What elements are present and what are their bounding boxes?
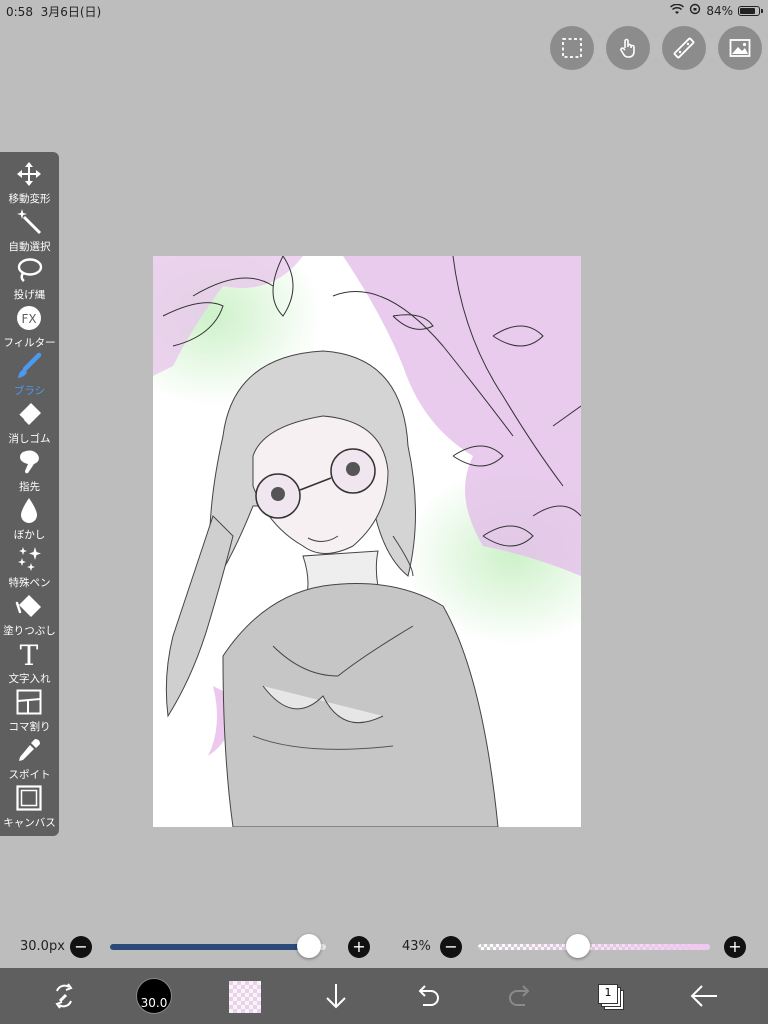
status-right: 84% — [670, 3, 763, 18]
text-tool-glyph: T — [20, 640, 39, 668]
opacity-increase-button[interactable]: + — [724, 936, 746, 958]
canvas-icon — [14, 784, 44, 812]
layers-button[interactable]: 1 — [598, 982, 624, 1010]
touch-button[interactable] — [606, 26, 650, 70]
special-pen-icon — [14, 544, 44, 572]
tool-fill[interactable]: 塗りつぶし — [0, 590, 59, 638]
brush-size-slider[interactable] — [110, 944, 326, 950]
fx-label: FX — [21, 312, 36, 326]
arrow-left-icon — [690, 985, 717, 1007]
ruler-button[interactable] — [662, 26, 706, 70]
bottom-toolbar: 30.0 1 — [0, 968, 768, 1024]
tool-special-pen[interactable]: 特殊ペン — [0, 542, 59, 590]
swap-icon — [55, 983, 73, 1009]
brush-size-increase-button[interactable]: + — [348, 936, 370, 958]
image-icon — [729, 39, 751, 57]
slider-row: 30.0px − + 43% − + — [0, 930, 768, 964]
battery-percent: 84% — [706, 3, 733, 18]
redo-icon — [509, 985, 530, 1006]
opacity-value: 43% — [402, 939, 431, 954]
brush-size-button[interactable]: 30.0 — [136, 978, 172, 1014]
move-icon — [14, 160, 44, 188]
undo-icon — [418, 985, 439, 1006]
tool-frame-divider[interactable]: コマ割り — [0, 686, 59, 734]
reference-image-button[interactable] — [718, 26, 762, 70]
brush-size-decrease-button[interactable]: − — [70, 936, 92, 958]
brush-size-thumb[interactable] — [296, 934, 321, 958]
blur-icon — [14, 496, 44, 524]
arrow-down-icon — [326, 984, 346, 1009]
tool-palette: 移動変形 自動選択 投げ縄 FX フィルター ブラシ 消しゴム 指先 ぼかし 特… — [0, 152, 59, 836]
top-action-bar — [550, 26, 762, 70]
tool-brush[interactable]: ブラシ — [0, 350, 59, 398]
selection-icon — [562, 38, 582, 58]
tool-lasso[interactable]: 投げ縄 — [0, 254, 59, 302]
frame-divider-icon — [14, 688, 44, 716]
opacity-thumb[interactable] — [565, 934, 590, 958]
orientation-lock-icon — [689, 3, 701, 18]
brush-icon — [14, 352, 44, 380]
battery-icon — [738, 5, 763, 16]
color-swatch[interactable] — [229, 981, 261, 1013]
undo-button[interactable] — [410, 978, 446, 1014]
drawing-canvas[interactable] — [153, 256, 581, 827]
artwork — [153, 256, 581, 827]
brush-size-fill — [110, 944, 309, 950]
smudge-icon — [14, 448, 44, 476]
tool-smudge[interactable]: 指先 — [0, 446, 59, 494]
text-icon: T — [14, 640, 44, 668]
layers-icon: 1 — [598, 984, 618, 1004]
brush-size-value: 30.0px — [20, 939, 65, 954]
tool-eraser[interactable]: 消しゴム — [0, 398, 59, 446]
brush-size-indicator: 30.0 — [140, 996, 168, 1010]
opacity-gradient — [478, 944, 710, 950]
fill-icon — [14, 592, 44, 620]
ruler-icon — [673, 37, 695, 59]
redo-button[interactable] — [502, 978, 538, 1014]
tool-canvas[interactable]: キャンバス — [0, 782, 59, 830]
selection-button[interactable] — [550, 26, 594, 70]
opacity-decrease-button[interactable]: − — [440, 936, 462, 958]
tool-text[interactable]: T 文字入れ — [0, 638, 59, 686]
lasso-icon — [14, 256, 44, 284]
back-button[interactable] — [686, 978, 722, 1014]
magic-wand-icon — [14, 208, 44, 236]
tool-blur[interactable]: ぼかし — [0, 494, 59, 542]
fx-icon: FX — [14, 304, 44, 332]
save-down-button[interactable] — [318, 978, 354, 1014]
status-time: 0:58 3月6日(日) — [6, 5, 102, 19]
eyedropper-icon — [14, 736, 44, 764]
tool-auto-select[interactable]: 自動選択 — [0, 206, 59, 254]
wifi-icon — [670, 3, 685, 18]
tool-move[interactable]: 移動変形 — [0, 158, 59, 206]
tool-filter[interactable]: FX フィルター — [0, 302, 59, 350]
opacity-slider[interactable] — [478, 944, 710, 950]
tool-eyedropper[interactable]: スポイト — [0, 734, 59, 782]
eraser-icon — [14, 400, 44, 428]
touch-icon — [620, 38, 635, 58]
status-bar: 0:58 3月6日(日) 84% — [0, 0, 768, 20]
swap-tool-button[interactable] — [46, 978, 82, 1014]
layer-count: 1 — [604, 986, 612, 999]
